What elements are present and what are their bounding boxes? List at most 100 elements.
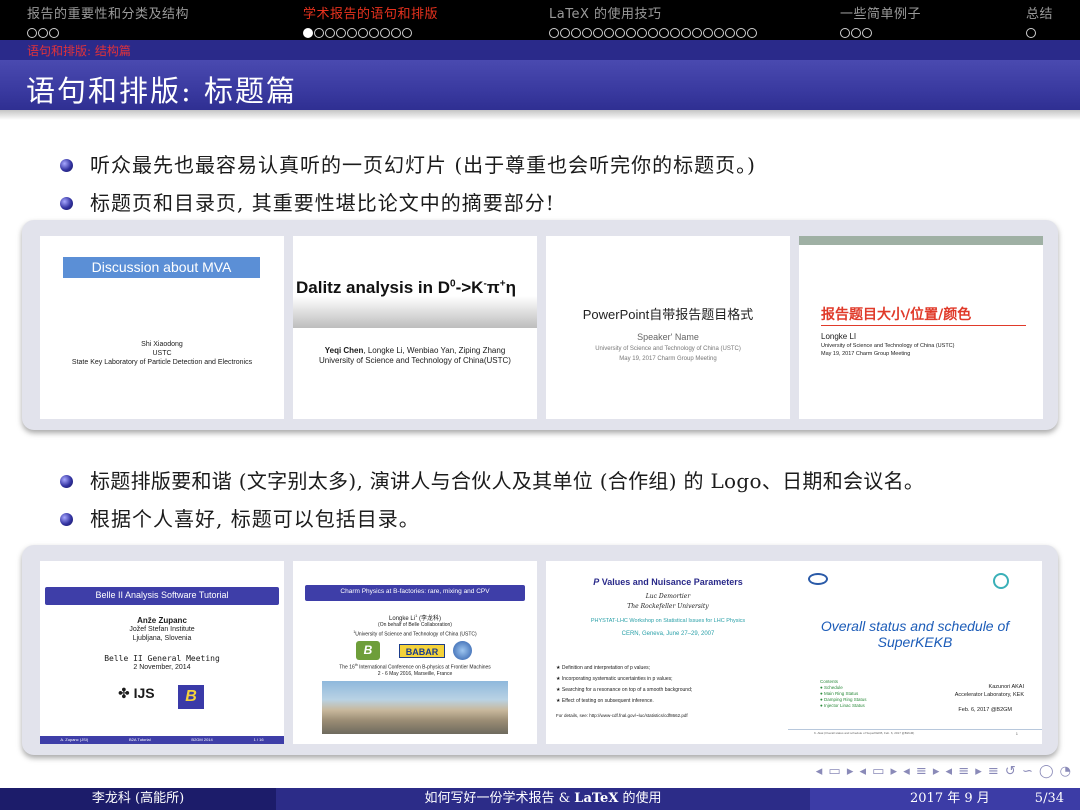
nav-dot[interactable] — [38, 28, 48, 38]
nav-dot[interactable] — [358, 28, 368, 38]
ijs-logo: ✤ IJS — [118, 685, 155, 701]
nav-dot[interactable] — [736, 28, 746, 38]
nav-dot[interactable] — [725, 28, 735, 38]
slide-conference: The 16th International Conference on B-p… — [339, 663, 491, 671]
belle-logo: B — [356, 641, 380, 660]
subsection-title[interactable]: 语句和排版: 结构篇 — [27, 42, 131, 59]
nav-dot[interactable] — [380, 28, 390, 38]
nav-dot[interactable] — [840, 28, 850, 38]
nav-section-typesetting[interactable]: 学术报告的语句和排版 — [303, 3, 438, 38]
nav-dots — [303, 28, 438, 38]
nav-dot[interactable] — [336, 28, 346, 38]
slide-title-box: Charm Physics at B-factories: rare, mixi… — [305, 585, 525, 601]
nav-dot[interactable] — [593, 28, 603, 38]
bullet-text: 标题页和目录页, 其重要性堪比论文中的摘要部分! — [90, 191, 555, 215]
nav-dot[interactable] — [391, 28, 401, 38]
nav-section-title[interactable]: 报告的重要性和分类及结构 — [27, 3, 189, 22]
nav-dots — [549, 28, 757, 38]
nav-dots — [1026, 28, 1053, 38]
nav-section-title[interactable]: 学术报告的语句和排版 — [303, 3, 438, 22]
nav-section-examples[interactable]: 一些简单例子 — [840, 3, 921, 38]
slide-title: PowerPoint自带报告题目格式 — [582, 307, 754, 322]
nav-dot[interactable] — [714, 28, 724, 38]
nav-dot[interactable] — [402, 28, 412, 38]
slide-footer-text: K. Akai (Overall status and schedule of … — [814, 731, 915, 735]
slide-authors: Yeqi Chen, Longke Li, Wenbiao Yan, Zipin… — [324, 346, 506, 355]
nav-dots — [27, 28, 189, 38]
nav-dot[interactable] — [659, 28, 669, 38]
nav-dot[interactable] — [851, 28, 861, 38]
slide-top-band — [799, 236, 1043, 245]
slide-lab: State Key Laboratory of Particle Detecti… — [71, 359, 253, 366]
nav-dot[interactable] — [369, 28, 379, 38]
example-slide-dalitz: Dalitz analysis in D0->K-π+η Yeqi Chen, … — [293, 236, 537, 419]
nav-section-title[interactable]: 一些简单例子 — [840, 3, 921, 22]
slide-details: For details, see: http://www-cdf.fnal.go… — [556, 713, 688, 718]
belle2-logo-icon — [993, 573, 1009, 589]
bullet-text: 标题排版要和谐 (文字别太多), 演讲人与合伙人及其单位 (合作组) 的 Log… — [90, 469, 925, 493]
example-slide-mva: Discussion about MVA Shi Xiaodong USTC S… — [40, 236, 284, 419]
slide-title-box: Belle II Analysis Software Tutorial — [45, 587, 279, 605]
slide-meeting: Belle II General Meeting — [104, 654, 220, 663]
nav-dot[interactable] — [692, 28, 702, 38]
subsection-bar: 语句和排版: 结构篇 — [0, 40, 1080, 60]
nav-dot[interactable] — [49, 28, 59, 38]
beamer-navigation-controls[interactable]: ◂ ▭ ▸ ◂ ▭ ▸ ◂ ≡ ▸ ◂ ≡ ▸ ≡ ↺ ∽ ◯ ◔ — [816, 764, 1072, 779]
slide-title-rule — [821, 325, 1026, 326]
nav-section-title[interactable]: 总结 — [1026, 3, 1053, 22]
title-slide-examples-row-1: Discussion about MVA Shi Xiaodong USTC S… — [22, 220, 1058, 430]
nav-dot[interactable] — [615, 28, 625, 38]
nav-dot[interactable] — [626, 28, 636, 38]
slide-city: Ljubljana, Slovenia — [132, 635, 192, 642]
bullet-list-bottom: 标题排版要和谐 (文字别太多), 演讲人与合伙人及其单位 (合作组) 的 Log… — [60, 466, 924, 542]
nav-dot[interactable] — [325, 28, 335, 38]
nav-dot[interactable] — [637, 28, 647, 38]
bullet-list-top: 听众最先也最容易认真听的一页幻灯片 (出于尊重也会听完你的标题页。) 标题页和目… — [60, 150, 756, 226]
nav-section-latex[interactable]: LaTeX 的使用技巧 — [549, 3, 757, 38]
slide-title: 报告题目大小/位置/颜色 — [821, 307, 972, 323]
nav-dot[interactable] — [582, 28, 592, 38]
footer-date-page: 2017 年 9 月 5/34 — [810, 788, 1080, 810]
nav-section-title[interactable]: LaTeX 的使用技巧 — [549, 3, 757, 22]
nav-section-importance[interactable]: 报告的重要性和分类及结构 — [27, 3, 189, 38]
nav-dot[interactable] — [314, 28, 324, 38]
nav-dot[interactable] — [862, 28, 872, 38]
bullet-item: 标题排版要和谐 (文字别太多), 演讲人与合伙人及其单位 (合作组) 的 Log… — [60, 466, 924, 504]
slide-org: University of Science and Technology of … — [595, 346, 741, 352]
nav-dot[interactable] — [27, 28, 37, 38]
slide-outline: ★ Definition and interpretation of p val… — [556, 663, 692, 707]
example-slide-pvalues: P Values and Nuisance Parameters Luc Dem… — [546, 561, 790, 744]
slide-org: Accelerator Laboratory, KEK — [954, 692, 1024, 698]
slide-title: Dalitz analysis in D0->K-π+η — [296, 278, 517, 297]
nav-dot-current[interactable] — [303, 28, 313, 38]
slide-date: May 19, 2017 Charm Group Meeting — [821, 351, 911, 357]
footline: 李龙科 (高能所) 如何写好一份学术报告 & LaTeX 的使用 2017 年 … — [0, 788, 1080, 810]
title-shadow — [0, 110, 1080, 120]
bullet-ball-icon — [60, 159, 73, 172]
slide-author: Shi Xiaodong — [141, 341, 183, 348]
slide-page: 1 — [1015, 731, 1018, 736]
nav-dot[interactable] — [681, 28, 691, 38]
slide-org: 1University of Science and Technology of… — [353, 630, 477, 638]
slide-title: Belle II Analysis Software Tutorial — [95, 590, 229, 600]
nav-dot[interactable] — [1026, 28, 1036, 38]
slide-author: Kazunori AKAI — [988, 684, 1024, 690]
nav-section-summary[interactable]: 总结 — [1026, 3, 1053, 38]
slide-date: Feb. 6, 2017 @B2GM — [958, 707, 1012, 713]
nav-dot[interactable] — [604, 28, 614, 38]
nav-dot[interactable] — [747, 28, 757, 38]
section-navigation-bar: 报告的重要性和分类及结构 学术报告的语句和排版 LaTeX 的使用技巧 一些简单… — [0, 0, 1080, 40]
nav-dot[interactable] — [648, 28, 658, 38]
nav-dot[interactable] — [560, 28, 570, 38]
nav-dot[interactable] — [703, 28, 713, 38]
contents-item: ● Injector Linac Status — [820, 703, 865, 708]
bullet-ball-icon — [60, 475, 73, 488]
nav-dot[interactable] — [670, 28, 680, 38]
footer-author: 李龙科 (高能所) — [0, 788, 276, 810]
nav-dot[interactable] — [571, 28, 581, 38]
nav-dot[interactable] — [549, 28, 559, 38]
title-slide-examples-row-2: Belle II Analysis Software Tutorial Anže… — [22, 545, 1058, 755]
bullet-ball-icon — [60, 513, 73, 526]
nav-dot[interactable] — [347, 28, 357, 38]
slide-footer-line — [788, 729, 1042, 730]
